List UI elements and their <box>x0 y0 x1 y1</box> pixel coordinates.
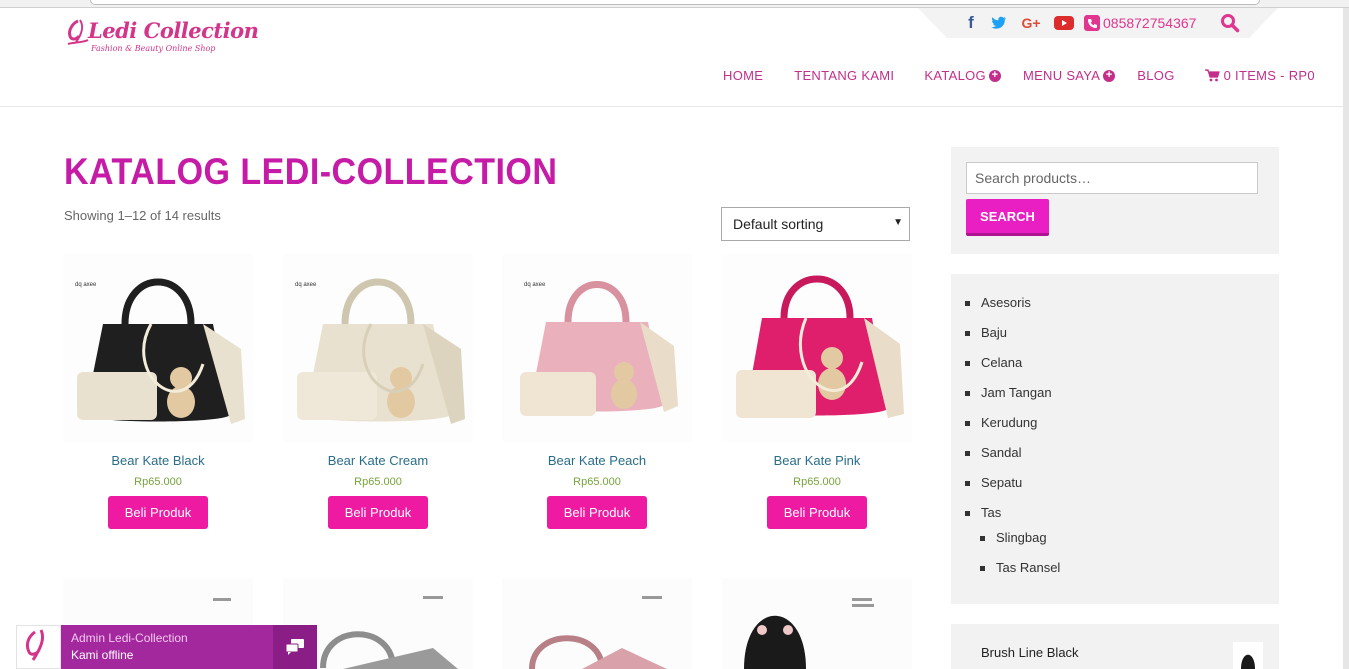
buy-button[interactable]: Beli Produk <box>328 496 428 529</box>
product-image[interactable] <box>722 578 912 669</box>
main-nav: HOME TENTANG KAMI KATALOG + MENU SAYA + BL… <box>723 68 1315 83</box>
plus-circle-icon[interactable]: + <box>1103 69 1116 82</box>
phone-icon <box>1084 15 1100 31</box>
facebook-icon[interactable]: f <box>962 13 980 32</box>
product-name[interactable]: Bear Kate Cream <box>283 453 473 468</box>
product-price: Rp65.000 <box>354 476 402 488</box>
twitter-icon[interactable] <box>990 14 1008 32</box>
plus-circle-icon[interactable]: + <box>988 69 1001 82</box>
svg-text:dq axee: dq axee <box>75 282 97 288</box>
product-price: Rp65.000 <box>793 476 841 488</box>
recent-product-name[interactable]: Brush Line Black <box>981 645 1079 660</box>
chat-avatar <box>16 625 61 669</box>
nav-about-label: TENTANG KAMI <box>794 68 895 83</box>
product-card: dq axee Bear Kate Cream Rp65.000 Beli Pr… <box>283 254 473 529</box>
backpack-image <box>744 598 874 669</box>
search-placeholder: Search products… <box>975 170 1091 186</box>
product-image[interactable]: dq axee <box>502 254 692 442</box>
recent-products-widget: Brush Line Black <box>951 624 1279 669</box>
phone-number: 085872754367 <box>1103 15 1197 31</box>
logo-name: Ledi Collection <box>88 18 259 43</box>
youtube-icon[interactable] <box>1054 14 1074 32</box>
category-item[interactable]: Sandal <box>964 445 1021 460</box>
product-name[interactable]: Bear Kate Black <box>63 453 253 468</box>
site-header: Ledi Collection Fashion & Beauty Online … <box>0 8 1343 107</box>
product-price: Rp65.000 <box>573 476 621 488</box>
product-card: dq axee Bear Kate Peach Rp65.000 Beli Pr… <box>502 254 692 529</box>
nav-cart[interactable]: 0 ITEMS - RP0 <box>1204 68 1315 83</box>
category-item[interactable]: Sepatu <box>964 475 1022 490</box>
nav-home[interactable]: HOME <box>723 68 763 83</box>
nav-blog-label: BLOG <box>1137 68 1175 83</box>
cart-icon <box>1204 69 1220 82</box>
chat-status: Kami offline <box>71 648 134 662</box>
category-item[interactable]: Jam Tangan <box>965 385 1052 400</box>
recent-product-thumbnail[interactable] <box>1233 642 1263 669</box>
logo-figure-icon <box>67 19 89 45</box>
category-item[interactable]: Asesoris <box>965 295 1031 310</box>
search-icon[interactable] <box>1220 13 1240 33</box>
result-count: Showing 1–12 of 14 results <box>64 208 221 223</box>
nav-catalog-label: KATALOG <box>924 68 986 83</box>
nav-blog[interactable]: BLOG <box>1137 68 1174 83</box>
nav-menu-label: MENU SAYA <box>1022 68 1101 83</box>
product-name[interactable]: Bear Kate Pink <box>722 453 912 468</box>
page-title: KATALOG LEDI-COLLECTION <box>64 151 558 192</box>
nav-menu[interactable]: MENU SAYA + <box>1022 68 1116 83</box>
category-widget: Asesoris Baju Celana Jam Tangan Kerudung… <box>951 274 1279 604</box>
subcategory-item[interactable]: Tas Ransel <box>979 560 1060 575</box>
chat-bubble-icon[interactable] <box>273 625 317 669</box>
category-item[interactable]: Celana <box>964 355 1022 370</box>
category-item[interactable]: Kerudung <box>964 415 1037 430</box>
phone-contact[interactable]: 085872754367 <box>1084 15 1196 31</box>
sorting-select[interactable]: Default sorting ▼ <box>721 207 910 241</box>
site-logo[interactable]: Ledi Collection Fashion & Beauty Online … <box>64 14 259 54</box>
product-card: dq axee Bear Kate Black Rp65.000 Beli Pr… <box>63 254 253 529</box>
product-name[interactable]: Bear Kate Peach <box>502 453 692 468</box>
category-item[interactable]: Tas <box>964 505 1001 520</box>
category-item[interactable]: Baju <box>964 325 1007 340</box>
subcategory-item[interactable]: Slingbag <box>980 530 1047 545</box>
product-card: Bear Kate Pink Rp65.000 Beli Produk <box>722 254 912 529</box>
nav-about[interactable]: TENTANG KAMI <box>794 68 894 83</box>
handbag-image <box>736 275 904 418</box>
product-image[interactable]: dq axee <box>283 254 473 442</box>
handbag-image: dq axee <box>295 278 465 424</box>
buy-button[interactable]: Beli Produk <box>547 496 647 529</box>
nav-catalog[interactable]: KATALOG + <box>924 68 1001 83</box>
product-image[interactable] <box>722 254 912 442</box>
handbag-image: dq axee <box>520 281 678 416</box>
nav-home-label: HOME <box>723 68 764 83</box>
cart-summary: 0 ITEMS - RP0 <box>1223 68 1315 83</box>
product-price: Rp65.000 <box>134 476 182 488</box>
search-button[interactable]: SEARCH <box>966 199 1049 236</box>
top-contact-bar: f G+ 085872754367 <box>918 8 1278 38</box>
handbag-image: dq axee <box>75 278 245 424</box>
svg-text:dq axee: dq axee <box>295 282 317 288</box>
sorting-value: Default sorting <box>733 216 824 232</box>
buy-button[interactable]: Beli Produk <box>108 496 208 529</box>
product-image[interactable] <box>502 578 692 669</box>
scrollbar[interactable] <box>1343 8 1349 669</box>
google-plus-icon[interactable]: G+ <box>1018 14 1044 32</box>
search-input[interactable]: Search products… <box>966 162 1258 194</box>
product-search-widget: Search products… SEARCH <box>951 147 1279 254</box>
chat-title: Admin Ledi-Collection <box>71 631 188 645</box>
browser-top-edge <box>0 0 1349 8</box>
svg-text:dq axee: dq axee <box>524 282 546 288</box>
product-image[interactable]: dq axee <box>63 254 253 442</box>
logo-tagline: Fashion & Beauty Online Shop <box>91 44 216 53</box>
address-bar-edge <box>90 0 1260 5</box>
live-chat-widget[interactable]: Admin Ledi-Collection Kami offline <box>16 625 317 669</box>
buy-button[interactable]: Beli Produk <box>767 496 867 529</box>
handbag-image <box>529 596 667 669</box>
dropdown-arrow-icon: ▼ <box>893 217 903 228</box>
